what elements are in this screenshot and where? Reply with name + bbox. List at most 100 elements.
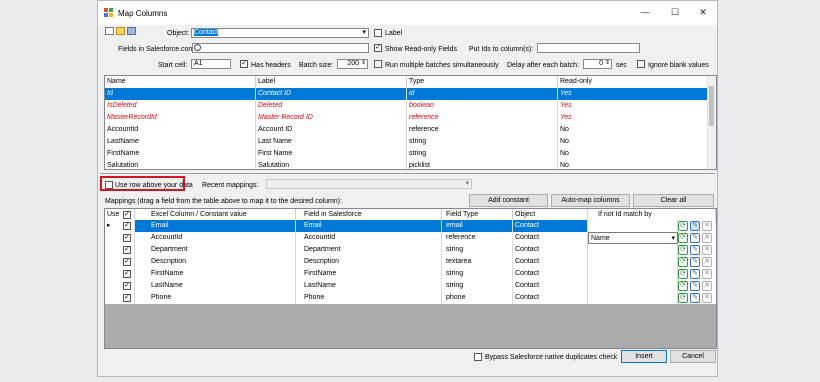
use-checkbox[interactable]: ✓ (123, 246, 131, 254)
table-row[interactable]: ✓ Description Description textarea Contact ⟳ ✎… (105, 256, 716, 268)
table-row[interactable]: ✓ AccountId AccountId reference Contact Name ▾… (105, 232, 716, 244)
delete-icon[interactable]: ✕ (702, 221, 712, 231)
use-checkbox[interactable]: ✓ (123, 234, 131, 242)
use-checkbox[interactable]: ✓ (123, 258, 131, 266)
run-multiple-checkbox[interactable] (374, 60, 382, 68)
match-cell[interactable] (588, 292, 678, 304)
clear-all-button[interactable]: Clear all (633, 194, 714, 207)
fields-search-input[interactable] (192, 43, 369, 53)
object-cell[interactable]: Contact (513, 268, 588, 280)
object-cell[interactable]: Contact (513, 280, 588, 292)
recent-mappings-select[interactable]: ▾ (266, 179, 472, 189)
refresh-icon[interactable]: ⟳ (678, 293, 688, 303)
ignore-blank-checkbox[interactable] (637, 60, 645, 68)
match-cell[interactable] (588, 280, 678, 292)
field-cell[interactable]: Phone (296, 292, 442, 304)
type-cell[interactable]: textarea (442, 256, 513, 268)
insert-button[interactable]: Insert (621, 350, 667, 363)
table-row[interactable]: IsDeleted Deleted boolean Yes (105, 100, 710, 112)
bypass-checkbox[interactable] (474, 353, 482, 361)
delete-icon[interactable]: ✕ (702, 245, 712, 255)
refresh-icon[interactable]: ⟳ (678, 257, 688, 267)
use-checkbox[interactable]: ✓ (123, 294, 131, 302)
wand-icon[interactable]: ✎ (690, 281, 700, 291)
match-cell[interactable] (588, 256, 678, 268)
col-readonly[interactable]: Read-only (558, 76, 710, 88)
use-checkbox[interactable]: ✓ (123, 222, 131, 230)
excel-cell[interactable]: FirstName (135, 268, 296, 280)
close-icon[interactable]: ✕ (696, 7, 710, 18)
fields-table-scrollbar[interactable] (707, 76, 716, 169)
fields-table[interactable]: Name Label Type Read-only Id Contact ID … (104, 75, 717, 170)
has-headers-checkbox[interactable]: ✓ (240, 60, 248, 68)
cancel-button[interactable]: Cancel (670, 350, 716, 363)
delete-icon[interactable]: ✕ (702, 257, 712, 267)
excel-cell[interactable]: AccountId (135, 232, 296, 244)
refresh-icon[interactable]: ⟳ (678, 221, 688, 231)
object-cell[interactable]: Contact (513, 232, 588, 244)
field-cell[interactable]: AccountId (296, 232, 442, 244)
excel-cell[interactable]: Phone (135, 292, 296, 304)
match-cell[interactable]: Name ▾ (588, 232, 678, 244)
start-cell-input[interactable]: A1 (191, 59, 231, 69)
type-cell[interactable]: string (442, 268, 513, 280)
type-cell[interactable]: string (442, 280, 513, 292)
match-cell[interactable] (588, 220, 678, 232)
splitter[interactable] (100, 173, 715, 174)
excel-cell[interactable]: Description (135, 256, 296, 268)
type-cell[interactable]: email (442, 220, 513, 232)
batch-size-input[interactable]: 200 ⇕ (337, 59, 368, 69)
col-type[interactable]: Type (407, 76, 558, 88)
table-row[interactable]: AccountId Account ID reference No (105, 124, 710, 136)
minimize-icon[interactable]: — (638, 7, 652, 17)
object-cell[interactable]: Contact (513, 292, 588, 304)
spinner-icon[interactable]: ⇕ (361, 60, 366, 67)
table-row[interactable]: ✓ LastName LastName string Contact ⟳ ✎ ✕ (105, 280, 716, 292)
col-name[interactable]: Name (105, 76, 256, 88)
wand-icon[interactable]: ✎ (690, 221, 700, 231)
field-cell[interactable]: LastName (296, 280, 442, 292)
wand-icon[interactable]: ✎ (690, 269, 700, 279)
wand-icon[interactable]: ✎ (690, 233, 700, 243)
col-label[interactable]: Label (256, 76, 407, 88)
put-ids-input[interactable] (537, 43, 640, 53)
type-cell[interactable]: reference (442, 232, 513, 244)
type-cell[interactable]: string (442, 244, 513, 256)
maximize-icon[interactable]: ☐ (668, 7, 682, 18)
wand-icon[interactable]: ✎ (690, 257, 700, 267)
delete-icon[interactable]: ✕ (702, 293, 712, 303)
table-row[interactable]: LastName Last Name string No (105, 136, 710, 148)
delete-icon[interactable]: ✕ (702, 233, 712, 243)
field-cell[interactable]: Department (296, 244, 442, 256)
new-file-icon[interactable] (105, 27, 114, 35)
match-cell[interactable] (588, 268, 678, 280)
table-row[interactable]: MasterRecordId Master Record ID referenc… (105, 112, 710, 124)
save-icon[interactable] (127, 27, 136, 35)
delete-icon[interactable]: ✕ (702, 269, 712, 279)
label-checkbox[interactable] (374, 29, 382, 37)
open-folder-icon[interactable] (116, 27, 125, 35)
delay-input[interactable]: 0 ⇕ (583, 59, 612, 69)
field-cell[interactable]: Description (296, 256, 442, 268)
field-cell[interactable]: FirstName (296, 268, 442, 280)
table-row[interactable]: Id Contact ID id Yes (105, 88, 710, 100)
refresh-icon[interactable]: ⟳ (678, 245, 688, 255)
table-row[interactable]: Salutation Salutation picklist No (105, 160, 710, 169)
add-constant-button[interactable]: Add constant (469, 194, 548, 207)
wand-icon[interactable]: ✎ (690, 245, 700, 255)
use-checkbox[interactable]: ✓ (123, 270, 131, 278)
auto-map-button[interactable]: Auto-map columns (551, 194, 630, 207)
delete-icon[interactable]: ✕ (702, 281, 712, 291)
excel-cell[interactable]: Email (135, 220, 296, 232)
select-all-checkbox[interactable]: ✓ (123, 211, 131, 219)
table-row[interactable]: ✓ Department Department string Contact ⟳ ✎ ✕ (105, 244, 716, 256)
use-checkbox[interactable]: ✓ (123, 282, 131, 290)
refresh-icon[interactable]: ⟳ (678, 281, 688, 291)
match-cell[interactable] (588, 244, 678, 256)
object-cell[interactable]: Contact (513, 256, 588, 268)
scrollbar-thumb[interactable] (709, 86, 714, 126)
excel-cell[interactable]: LastName (135, 280, 296, 292)
object-cell[interactable]: Contact (513, 220, 588, 232)
refresh-icon[interactable]: ⟳ (678, 233, 688, 243)
table-row[interactable]: ✓ Phone Phone phone Contact ⟳ ✎ ✕ (105, 292, 716, 304)
